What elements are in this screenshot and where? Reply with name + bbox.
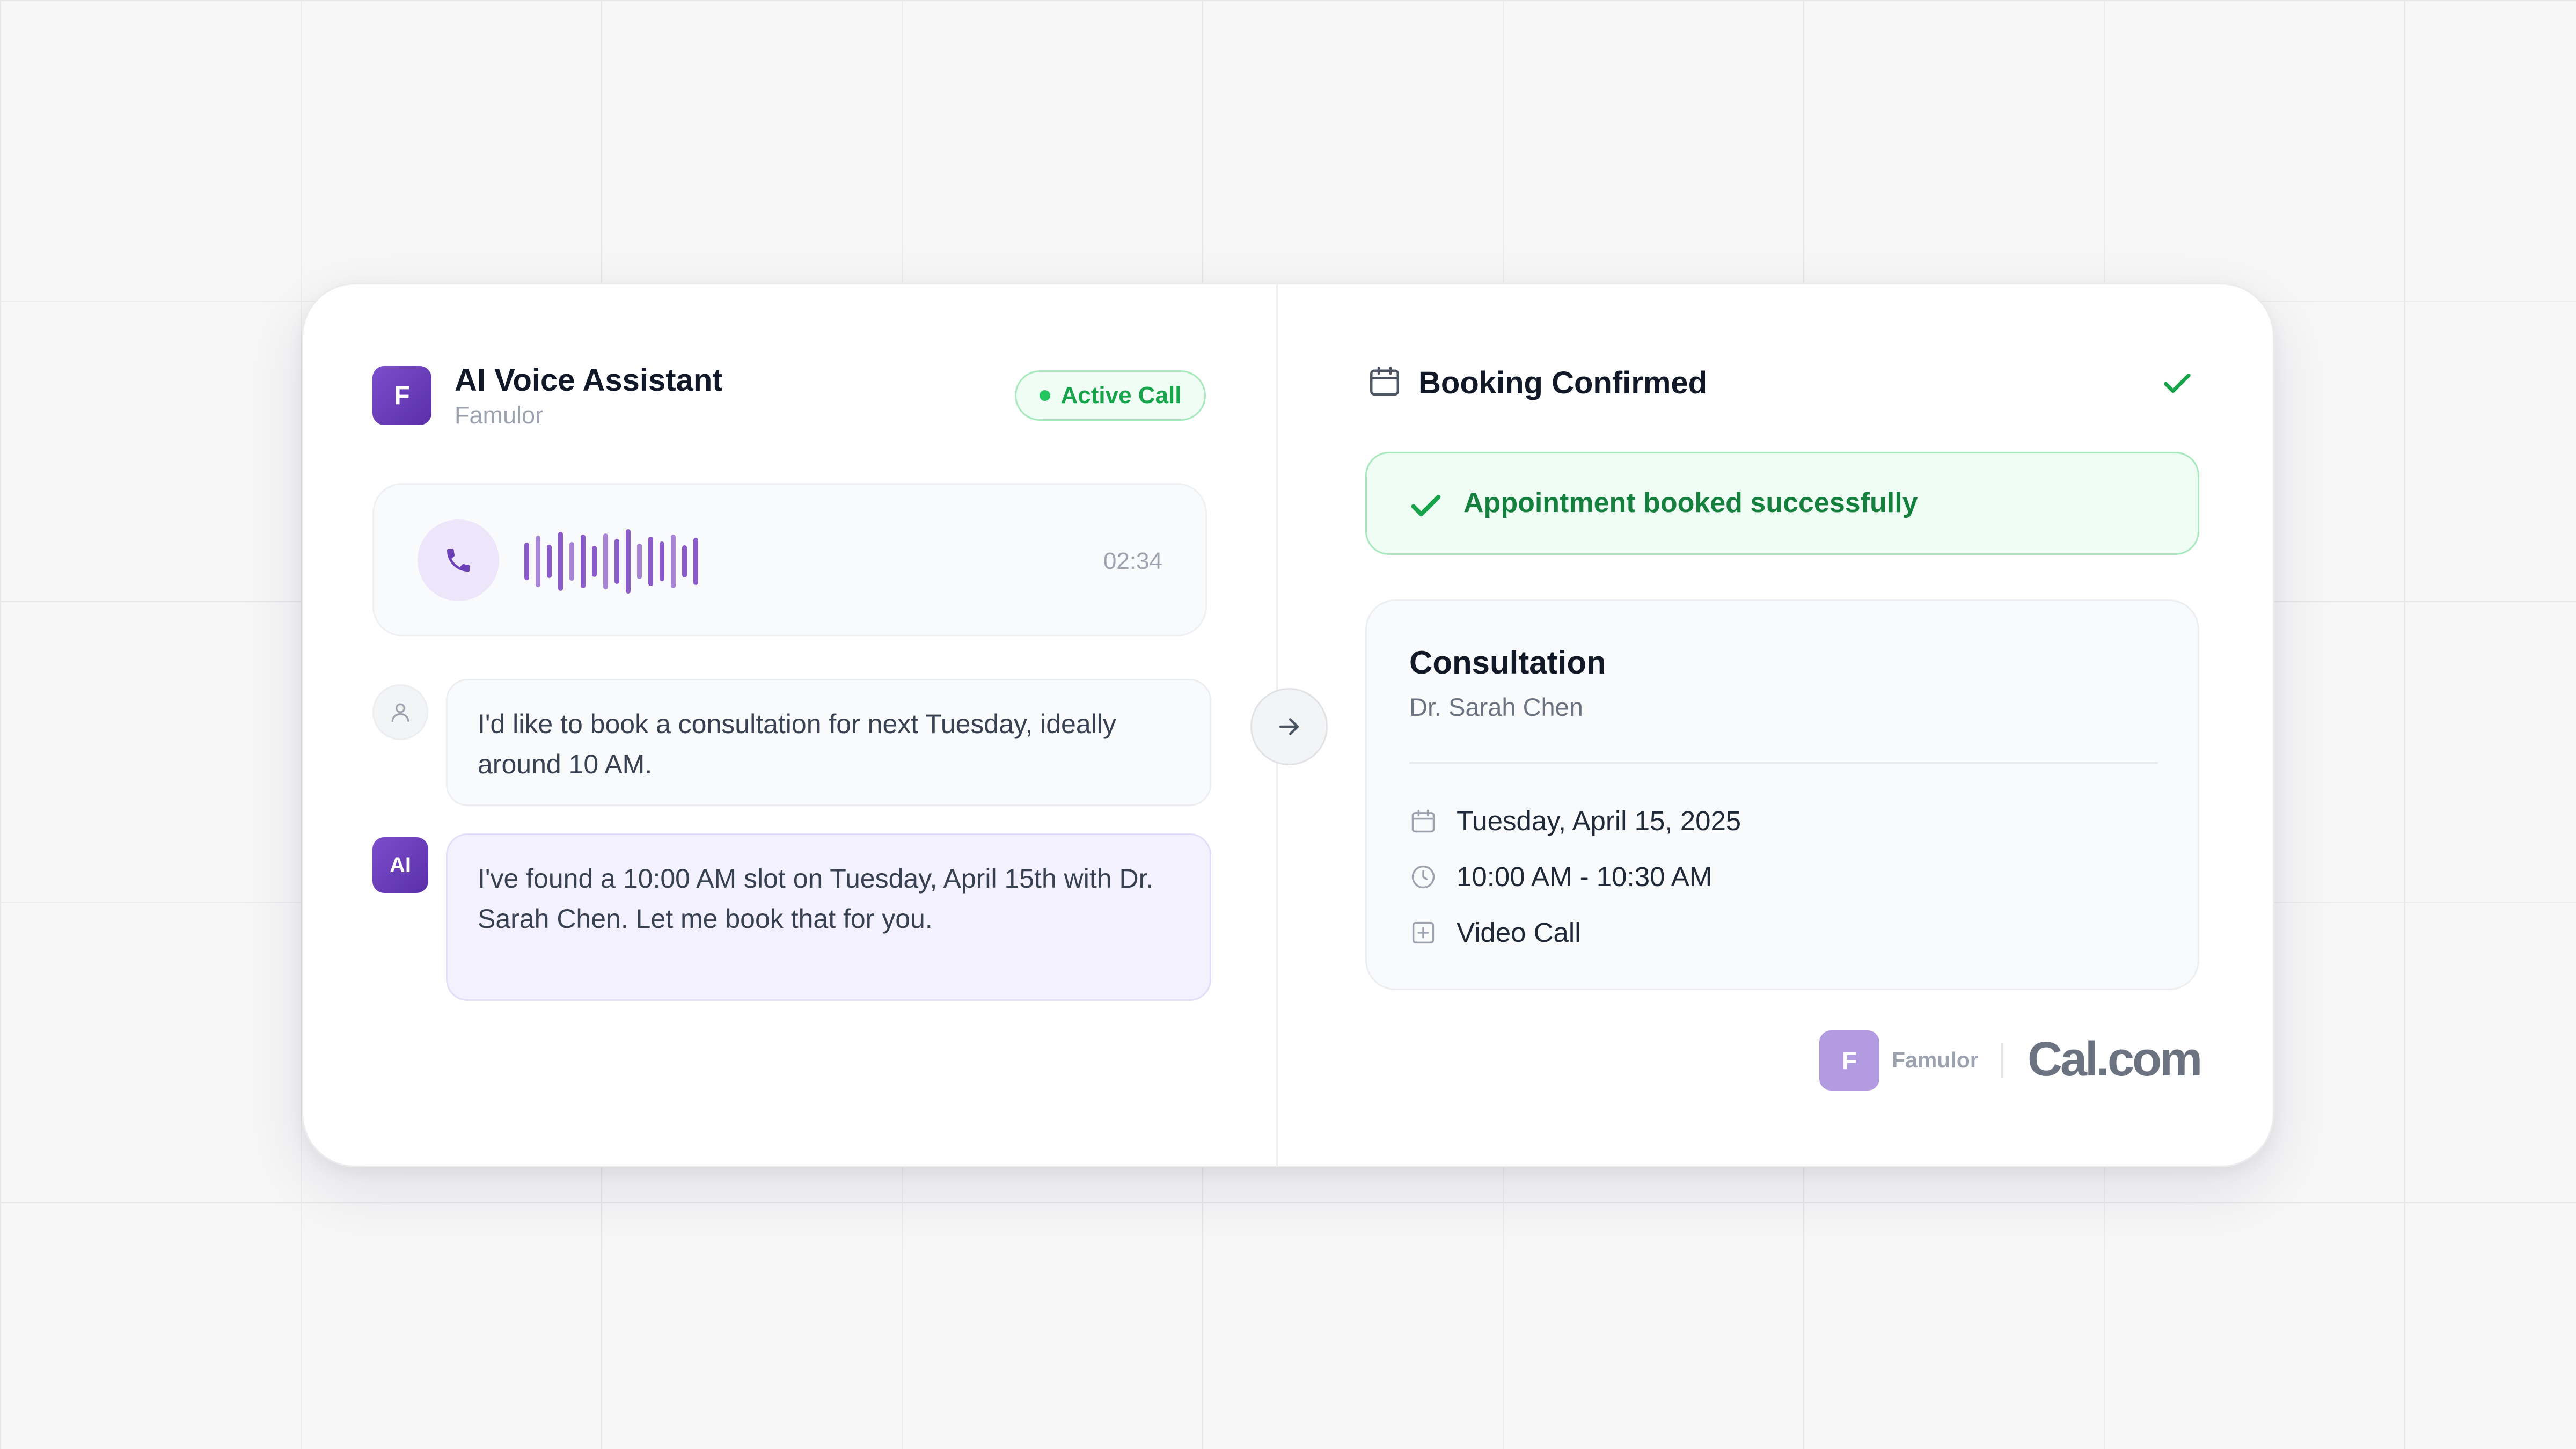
detail-time-text: 10:00 AM - 10:30 AM xyxy=(1457,861,1713,892)
active-call-badge: Active Call xyxy=(1015,370,1206,421)
success-banner: Appointment booked successfully xyxy=(1365,452,2199,555)
user-icon xyxy=(391,703,409,722)
waveform-bar xyxy=(671,535,676,588)
footer-famulor-label: Famulor xyxy=(1892,1048,1979,1072)
video-call-icon xyxy=(1412,921,1435,943)
waveform-bar xyxy=(524,543,529,580)
details-divider xyxy=(1409,762,2158,764)
famulor-logo: F xyxy=(372,366,431,425)
waveform-bar xyxy=(603,533,608,589)
active-call-label: Active Call xyxy=(1060,382,1182,408)
call-panel: 02:34 xyxy=(372,483,1207,636)
ai-message: I've found a 10:00 AM slot on Tuesday, A… xyxy=(446,833,1211,1001)
flow-arrow-button[interactable] xyxy=(1250,688,1328,765)
booking-title: Booking Confirmed xyxy=(1418,365,1708,400)
ai-avatar: AI xyxy=(372,837,428,893)
waveform-bar xyxy=(626,529,631,594)
detail-date: Tuesday, April 15, 2025 xyxy=(1409,805,1741,837)
integration-card: F AI Voice Assistant Famulor Active Call… xyxy=(302,283,2274,1167)
detail-location-text: Video Call xyxy=(1457,917,1581,948)
phone-icon xyxy=(447,549,470,572)
detail-location: Video Call xyxy=(1409,917,1581,948)
arrow-right-icon xyxy=(1279,718,1299,735)
check-icon xyxy=(2164,373,2191,393)
detail-time: 10:00 AM - 10:30 AM xyxy=(1409,861,1712,892)
user-avatar xyxy=(372,684,428,740)
assistant-title: AI Voice Assistant xyxy=(455,363,723,398)
waveform-bar xyxy=(581,535,586,588)
audio-waveform xyxy=(524,528,698,595)
call-timer: 02:34 xyxy=(1103,548,1162,574)
assistant-subtitle: Famulor xyxy=(455,401,544,429)
status-dot-icon xyxy=(1039,390,1050,401)
waveform-bar xyxy=(614,539,619,584)
calendar-icon xyxy=(1370,367,1399,396)
waveform-bar xyxy=(592,546,597,577)
waveform-bar xyxy=(660,541,664,581)
detail-date-text: Tuesday, April 15, 2025 xyxy=(1457,806,1741,836)
user-message: I'd like to book a consultation for next… xyxy=(446,679,1211,806)
waveform-bar xyxy=(536,536,540,587)
cal-com-logo: Cal.com xyxy=(2028,1033,2202,1086)
appointment-details: Consultation Dr. Sarah Chen Tuesday, Apr… xyxy=(1365,599,2199,990)
waveform-bar xyxy=(682,545,687,577)
waveform-bar xyxy=(637,544,642,579)
footer-divider xyxy=(2001,1043,2003,1078)
appointment-type: Consultation xyxy=(1409,645,1606,680)
waveform-bar xyxy=(648,537,653,586)
appointment-provider: Dr. Sarah Chen xyxy=(1409,693,1583,721)
success-message: Appointment booked successfully xyxy=(1463,487,1918,518)
clock-icon xyxy=(1411,865,1435,888)
footer-famulor-logo: F xyxy=(1819,1030,1879,1091)
success-check-icon xyxy=(1411,494,1441,517)
calendar-small-icon xyxy=(1411,809,1435,832)
waveform-bar xyxy=(547,545,552,578)
waveform-bar xyxy=(558,532,563,591)
phone-button[interactable] xyxy=(418,519,499,601)
waveform-bar xyxy=(693,538,698,585)
waveform-bar xyxy=(569,542,574,581)
